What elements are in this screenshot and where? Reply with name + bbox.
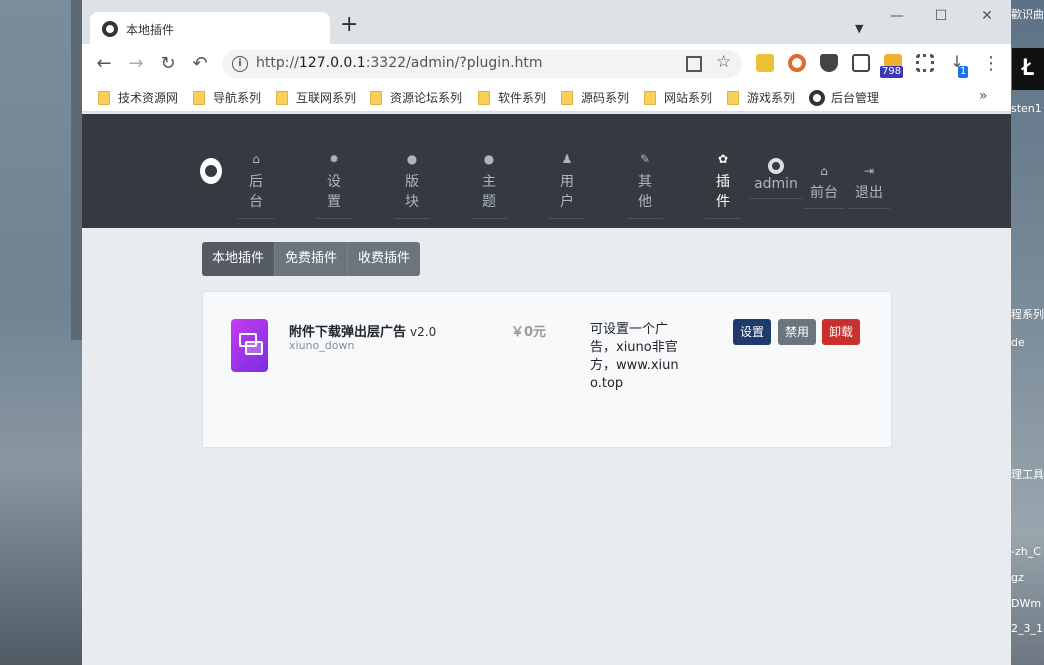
avatar bbox=[750, 158, 802, 174]
forward-icon[interactable]: → bbox=[124, 52, 148, 76]
new-tab-button[interactable]: + bbox=[340, 14, 358, 36]
extension-icon[interactable] bbox=[756, 54, 774, 72]
browser-tab[interactable]: 本地插件 bbox=[90, 12, 330, 46]
folder-icon bbox=[478, 90, 490, 105]
desktop-label[interactable]: de bbox=[1011, 336, 1044, 349]
folder-icon bbox=[193, 90, 205, 105]
folder-icon bbox=[370, 90, 382, 105]
nav-item-plugins[interactable]: ✿ 插件 bbox=[705, 152, 741, 219]
plugin-list-card: 附件下载弹出层广告 v2.0 xiuno_down ￥0元 可设置一个广告，xiu… bbox=[202, 291, 892, 448]
menu-icon[interactable]: ⋮ bbox=[982, 53, 1000, 74]
desktop-background-left bbox=[0, 0, 82, 665]
folder-icon bbox=[98, 90, 110, 105]
logout-icon: ⇥ bbox=[863, 164, 875, 178]
site-logo-icon[interactable] bbox=[200, 158, 222, 184]
admin-top-nav: ⌂ 后台 ✹ 设置 ● 版块 ● 主题 ♟ 用户 ✎ 其他 ✿ 插件 admin… bbox=[82, 114, 1011, 228]
undo-icon[interactable]: ↶ bbox=[188, 52, 212, 76]
gear-icon: ✹ bbox=[328, 152, 340, 166]
desktop-label[interactable]: 歡识曲 bbox=[1011, 6, 1044, 22]
maximize-icon[interactable]: ☐ bbox=[926, 8, 956, 24]
tab-local-plugins[interactable]: 本地插件 bbox=[202, 242, 276, 276]
favicon-icon bbox=[102, 21, 118, 37]
nav-item-settings[interactable]: ✹ 设置 bbox=[316, 152, 352, 219]
comment-icon: ● bbox=[483, 152, 495, 166]
extension-icon[interactable] bbox=[916, 54, 934, 72]
folder-icon bbox=[561, 90, 573, 105]
extension-icon[interactable] bbox=[788, 54, 806, 72]
comment-icon: ● bbox=[406, 152, 418, 166]
shield-icon[interactable] bbox=[820, 54, 838, 72]
desktop-label[interactable]: 2_3_18 bbox=[1011, 622, 1044, 635]
qr-code-icon[interactable] bbox=[686, 56, 702, 72]
bookmark-item[interactable]: 网站系列 bbox=[644, 89, 712, 106]
desktop-app-icon[interactable]: Ł bbox=[1012, 48, 1044, 90]
tab-title: 本地插件 bbox=[126, 23, 175, 37]
nav-item-forums[interactable]: ● 版块 bbox=[394, 152, 430, 219]
plugin-settings-button[interactable]: 设置 bbox=[733, 319, 772, 345]
nav-front-page[interactable]: ⌂ 前台 bbox=[804, 164, 844, 209]
close-icon[interactable]: ✕ bbox=[972, 8, 1002, 24]
tab-search-icon[interactable]: ▼ bbox=[855, 22, 863, 35]
site-logo-icon bbox=[809, 89, 825, 106]
nav-user-admin[interactable]: admin bbox=[750, 158, 802, 199]
desktop-label[interactable]: 理工具 bbox=[1011, 466, 1044, 482]
desktop-label[interactable]: -zh_C bbox=[1011, 545, 1044, 558]
bookmark-item[interactable]: 互联网系列 bbox=[276, 89, 356, 106]
minimize-icon[interactable]: — bbox=[882, 8, 912, 24]
back-icon[interactable]: ← bbox=[92, 52, 116, 76]
desktop-label[interactable]: sten1 bbox=[1011, 102, 1044, 115]
plugin-dir: xiuno_down bbox=[289, 339, 355, 352]
user-icon: ♟ bbox=[561, 152, 573, 166]
nav-item-other[interactable]: ✎ 其他 bbox=[627, 152, 663, 219]
info-icon[interactable]: i bbox=[232, 56, 248, 72]
reload-icon[interactable]: ↻ bbox=[156, 52, 180, 76]
home-icon: ⌂ bbox=[252, 152, 260, 166]
bookmark-item[interactable]: 源码系列 bbox=[561, 89, 629, 106]
plugin-icon bbox=[231, 319, 268, 372]
more-bookmarks-icon[interactable]: » bbox=[979, 88, 988, 104]
desktop-label[interactable]: 程系列 bbox=[1011, 306, 1044, 322]
wrench-icon: ✎ bbox=[639, 152, 651, 166]
plugin-price: ￥0元 bbox=[511, 325, 547, 340]
plugin-disable-button[interactable]: 禁用 bbox=[778, 319, 817, 345]
bookmark-item[interactable]: 软件系列 bbox=[478, 89, 546, 106]
bookmark-item[interactable]: 游戏系列 bbox=[727, 89, 795, 106]
title-bar: 本地插件 + ▼ — ☐ ✕ bbox=[82, 0, 1011, 46]
url-text[interactable]: http://127.0.0.1:3322/admin/?plugin.htm bbox=[256, 55, 543, 71]
folder-icon bbox=[727, 90, 739, 105]
folder-icon bbox=[276, 90, 288, 105]
desktop-label[interactable]: gz bbox=[1011, 571, 1044, 584]
plugin-tabs: 本地插件 免费插件 收费插件 bbox=[202, 242, 421, 276]
address-bar[interactable]: i http://127.0.0.1:3322/admin/?plugin.ht… bbox=[222, 50, 742, 78]
nav-item-users[interactable]: ♟ 用户 bbox=[549, 152, 585, 219]
plugin-version: v2.0 bbox=[410, 325, 437, 339]
tab-paid-plugins[interactable]: 收费插件 bbox=[348, 242, 421, 276]
cogs-icon: ✿ bbox=[717, 152, 729, 166]
download-badge: 1 bbox=[958, 66, 969, 78]
extension-icon[interactable] bbox=[852, 54, 870, 72]
bookmark-item[interactable]: 资源论坛系列 bbox=[370, 89, 462, 106]
nav-item-dashboard[interactable]: ⌂ 后台 bbox=[238, 152, 274, 219]
bookmark-item[interactable]: 后台管理 bbox=[809, 89, 879, 106]
browser-window: 本地插件 + ▼ — ☐ ✕ ← → ↻ ↶ i http://127.0.0.… bbox=[82, 0, 1011, 665]
nav-item-threads[interactable]: ● 主题 bbox=[471, 152, 507, 219]
folder-icon bbox=[644, 90, 656, 105]
plugin-uninstall-button[interactable]: 卸载 bbox=[822, 319, 861, 345]
desktop-label[interactable]: DWm bbox=[1011, 597, 1044, 610]
page-content: ⌂ 后台 ✹ 设置 ● 版块 ● 主题 ♟ 用户 ✎ 其他 ✿ 插件 admin… bbox=[82, 114, 1011, 665]
desktop-window-edge bbox=[71, 0, 82, 340]
extension-badge: 798 bbox=[880, 66, 904, 78]
home-icon: ⌂ bbox=[820, 164, 828, 178]
bookmarks-bar: 技术资源网 导航系列 互联网系列 资源论坛系列 软件系列 源码系列 网站系列 游… bbox=[82, 84, 1011, 112]
bookmark-item[interactable]: 导航系列 bbox=[193, 89, 261, 106]
browser-toolbar: ← → ↻ ↶ i http://127.0.0.1:3322/admin/?p… bbox=[82, 44, 1011, 84]
bookmark-item[interactable]: 技术资源网 bbox=[98, 89, 178, 106]
plugin-description: 可设置一个广告，xiuno非官方，www.xiuno.top bbox=[590, 322, 679, 391]
tab-free-plugins[interactable]: 免费插件 bbox=[275, 242, 349, 276]
nav-logout[interactable]: ⇥ 退出 bbox=[848, 164, 890, 209]
plugin-name: 附件下载弹出层广告 v2.0 bbox=[289, 325, 437, 340]
bookmark-star-icon[interactable]: ☆ bbox=[716, 52, 731, 72]
desktop-background-right: 歡识曲 sten1 程系列 de 理工具 -zh_C gz DWm 2_3_18 bbox=[1011, 0, 1044, 665]
